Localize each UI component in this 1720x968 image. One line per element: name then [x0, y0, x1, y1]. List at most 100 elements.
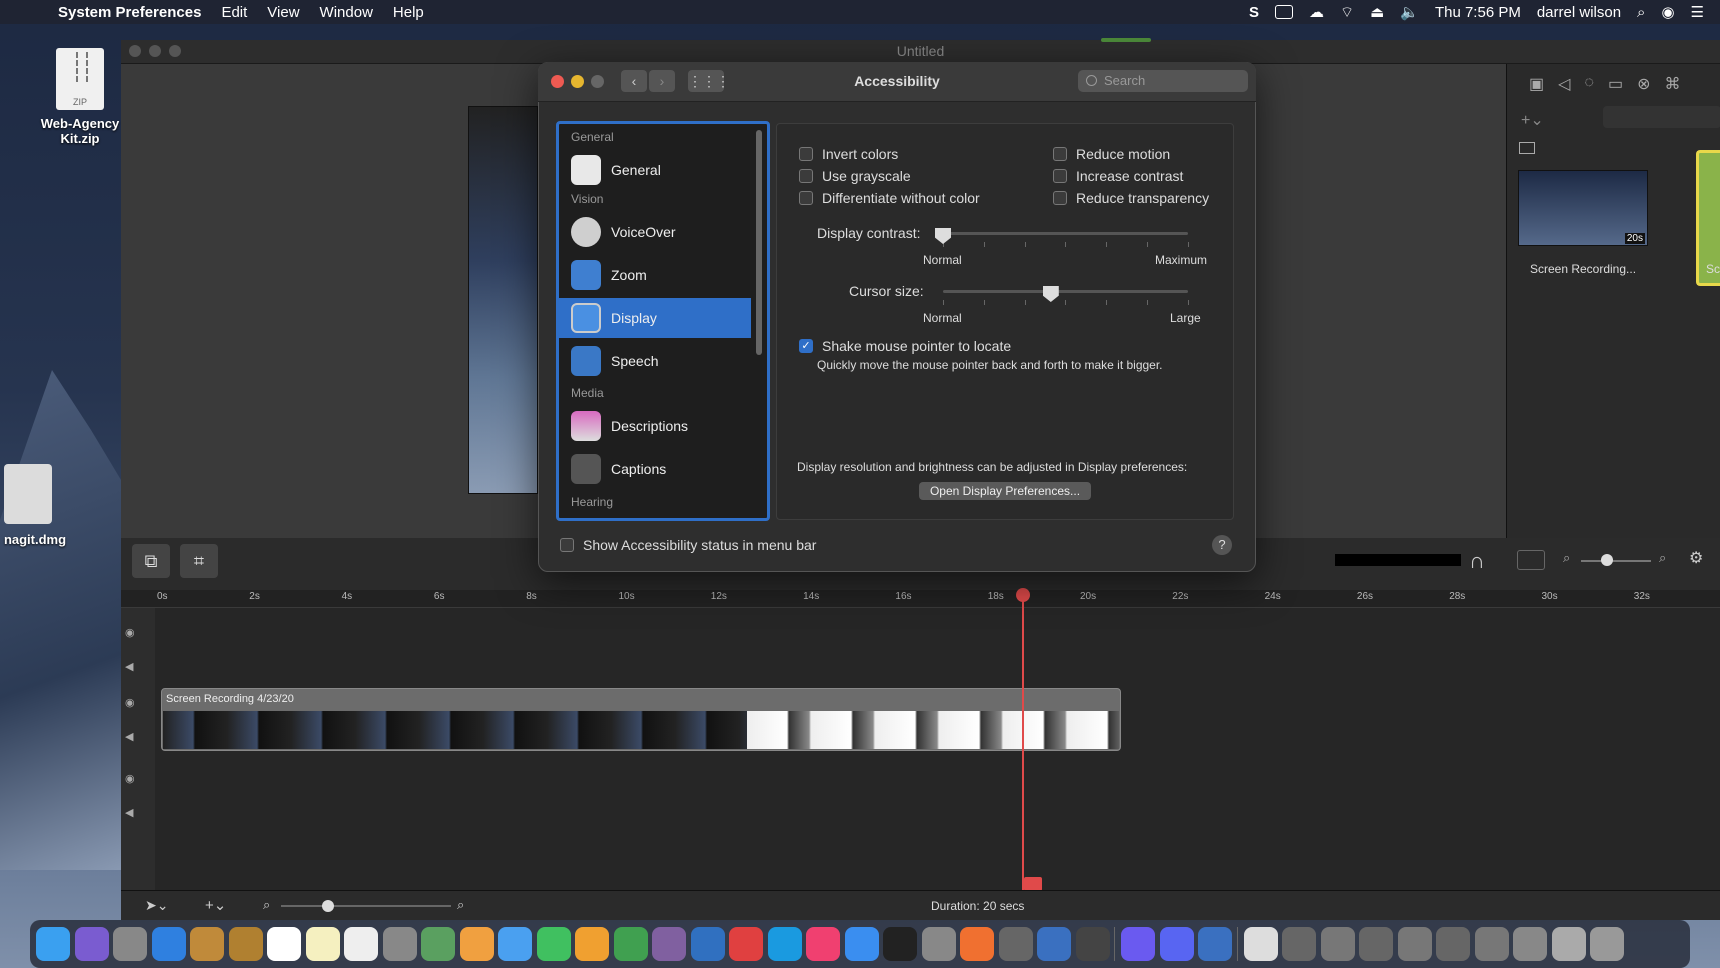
dock-finder-icon[interactable]: [36, 927, 70, 961]
timeline-zoom-slider[interactable]: [281, 905, 451, 907]
crop-icon[interactable]: ⌗: [180, 544, 218, 578]
sidebar-item-display[interactable]: Display: [559, 298, 751, 338]
dock-facetime-icon[interactable]: [536, 927, 571, 961]
add-media-icon[interactable]: +⌄: [1521, 110, 1544, 130]
playhead-handle[interactable]: [1016, 588, 1030, 602]
dock-pages-icon[interactable]: [575, 927, 609, 961]
increase-contrast-checkbox[interactable]: Increase contrast: [1053, 168, 1183, 184]
dock-stack-7-icon[interactable]: [1513, 927, 1547, 961]
menu-clock[interactable]: Thu 7:56 PM: [1435, 4, 1521, 21]
dock-discord-icon[interactable]: [1159, 927, 1194, 961]
speaker-icon[interactable]: ◀: [125, 806, 133, 819]
menu-user[interactable]: darrel wilson: [1537, 4, 1621, 21]
eye-icon[interactable]: ◉: [125, 696, 135, 709]
dock-notes-icon[interactable]: [305, 927, 340, 961]
bin-view-toggle[interactable]: [1603, 106, 1720, 128]
reduce-motion-checkbox[interactable]: Reduce motion: [1053, 146, 1170, 162]
dock-photos-icon[interactable]: [459, 927, 494, 961]
dock-launchpad-icon[interactable]: [113, 927, 147, 961]
cloud-icon[interactable]: ☁: [1309, 3, 1324, 21]
sidebar-item-voiceover[interactable]: VoiceOver: [559, 212, 751, 252]
playhead-end-handle[interactable]: [1024, 877, 1042, 891]
desktop-icon-zip[interactable]: Web-Agency Kit.zip: [30, 48, 130, 146]
menu-view[interactable]: View: [267, 4, 299, 21]
dock-trash-icon[interactable]: [1590, 927, 1624, 961]
dock-calendar-icon[interactable]: [267, 927, 301, 961]
dock-opera-icon[interactable]: [1121, 927, 1155, 961]
display-contrast-knob[interactable]: [935, 228, 951, 244]
select-tool-icon[interactable]: ➤⌄: [145, 897, 168, 914]
dock-stack-6-icon[interactable]: [1474, 927, 1509, 961]
sidebar-item-descriptions[interactable]: Descriptions: [559, 406, 751, 446]
dock-photo-booth-icon[interactable]: [382, 927, 417, 961]
canvas-zoom-knob[interactable]: [1601, 554, 1613, 566]
dock-screenflow-icon[interactable]: [1075, 927, 1110, 961]
help-button[interactable]: ?: [1212, 535, 1232, 555]
cursor-effects-icon[interactable]: ⊗: [1637, 74, 1650, 94]
cursor-size-knob[interactable]: [1042, 286, 1059, 302]
spotlight-icon[interactable]: ⌕: [1637, 4, 1645, 21]
audio-icon[interactable]: ◁: [1558, 74, 1570, 94]
use-grayscale-checkbox[interactable]: Use grayscale: [799, 168, 911, 184]
dock-stack-5-icon[interactable]: [1436, 927, 1470, 961]
playhead-line[interactable]: [1022, 590, 1024, 890]
snagit-menu-icon[interactable]: S: [1249, 4, 1259, 21]
dock-news-icon[interactable]: [729, 927, 763, 961]
invert-colors-checkbox[interactable]: Invert colors: [799, 146, 898, 162]
dock-snagit-icon[interactable]: [1037, 927, 1071, 961]
siri-icon[interactable]: ◉: [1661, 3, 1674, 21]
zoom-dot[interactable]: [169, 45, 181, 57]
volume-icon[interactable]: 🔈: [1400, 3, 1419, 21]
menu-help[interactable]: Help: [393, 4, 424, 21]
dock-safari-icon[interactable]: [151, 927, 186, 961]
speaker-icon[interactable]: ◀: [125, 660, 133, 673]
sidebar-item-captions[interactable]: Captions: [559, 449, 751, 489]
cursor-size-slider[interactable]: [943, 290, 1188, 293]
dock-final-cut-icon[interactable]: [652, 927, 686, 961]
wifi-icon[interactable]: ⌔: [1340, 3, 1354, 22]
media-thumbnail[interactable]: 20s: [1518, 170, 1648, 246]
dock-app-store-icon[interactable]: [844, 927, 879, 961]
dock-music-icon[interactable]: [806, 927, 840, 961]
dock-skype-icon[interactable]: [767, 927, 802, 961]
dock-notes-book-icon[interactable]: [228, 927, 263, 961]
display-contrast-slider[interactable]: [943, 232, 1188, 235]
media-icon[interactable]: ▣: [1529, 74, 1544, 94]
search-field[interactable]: Search: [1078, 70, 1248, 92]
menu-app-name[interactable]: System Preferences: [58, 4, 201, 21]
group-button[interactable]: ⧉: [132, 544, 170, 578]
menu-window[interactable]: Window: [320, 4, 373, 21]
sidebar-item-zoom[interactable]: Zoom: [559, 255, 751, 295]
eject-icon[interactable]: ⏏: [1370, 3, 1384, 21]
timeline-ruler[interactable]: 0s 2s 4s 6s 8s 10s 12s 14s 16s 18s 20s 22s 24s 26s 28s…: [121, 590, 1720, 608]
screen-icon[interactable]: ▭: [1608, 74, 1623, 94]
sidebar-item-speech[interactable]: Speech: [559, 341, 751, 381]
dock-numbers-icon[interactable]: [613, 927, 648, 961]
dock-system-preferences-icon[interactable]: [921, 927, 956, 961]
add-track-icon[interactable]: +⌄: [205, 896, 226, 914]
desktop-icon-dmg[interactable]: nagit.dmg: [0, 464, 70, 547]
dock-siri-icon[interactable]: [74, 927, 109, 961]
reduce-transparency-checkbox[interactable]: Reduce transparency: [1053, 190, 1209, 206]
dock-davinci-icon[interactable]: [998, 927, 1033, 961]
dock-preview-icon[interactable]: [190, 927, 224, 961]
notification-center-icon[interactable]: ☰: [1691, 3, 1704, 21]
transitions-icon[interactable]: ◌: [1584, 74, 1594, 94]
timeline-zoom-out-icon[interactable]: ⌕: [263, 897, 270, 913]
headphones-icon[interactable]: ∩: [1469, 548, 1485, 574]
close-dot[interactable]: [129, 45, 141, 57]
timeline-zoom-knob[interactable]: [322, 900, 334, 912]
speaker-icon[interactable]: ◀: [125, 730, 133, 743]
eye-icon[interactable]: ◉: [125, 626, 135, 639]
dock-maps-icon[interactable]: [421, 927, 455, 961]
dock-reminders-icon[interactable]: [344, 927, 378, 961]
timeline-zoom-in-icon[interactable]: ⌕: [457, 897, 464, 913]
open-display-preferences-button[interactable]: Open Display Preferences...: [919, 482, 1091, 500]
minimize-dot[interactable]: [149, 45, 161, 57]
dock-stack-8-icon[interactable]: [1551, 927, 1586, 961]
effects-icon[interactable]: ⌘: [1664, 74, 1680, 94]
filter-icon[interactable]: [1517, 550, 1545, 570]
dock-documents-icon[interactable]: [1243, 927, 1278, 961]
dock-stack-3-icon[interactable]: [1359, 927, 1393, 961]
gear-icon[interactable]: ⚙: [1689, 548, 1703, 568]
